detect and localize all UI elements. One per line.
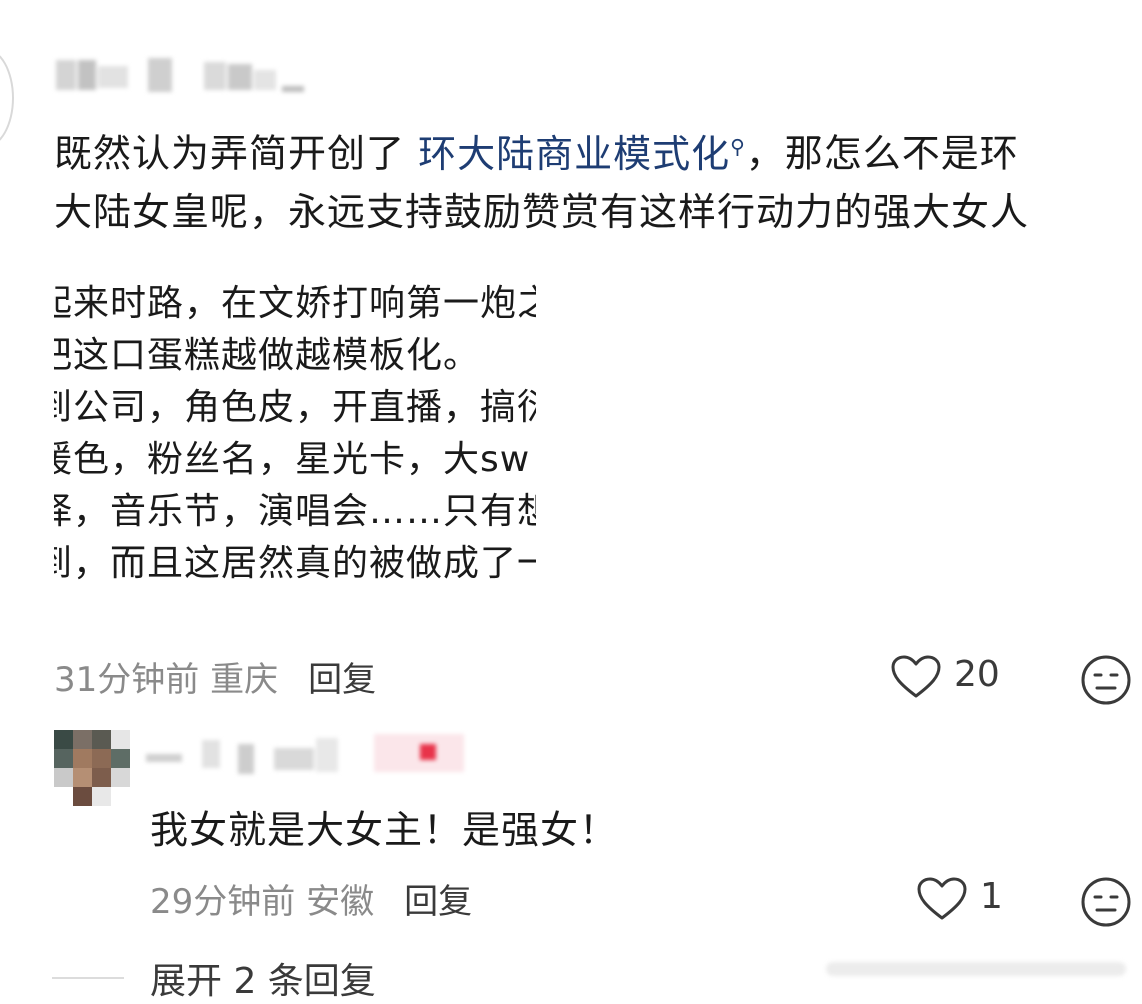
reply-like-button[interactable]: 1 <box>916 872 1016 926</box>
reply-meta: 29分钟前 安徽 回复 <box>150 874 472 923</box>
image-text-line: 把这口蛋糕越做越模板化。 <box>54 335 481 376</box>
image-text-line: 起来时路，在文娇打响第一炮之 <box>54 283 536 324</box>
search-icon: ⚲ <box>730 134 746 158</box>
image-text-line: 援色，粉丝名，星光卡，大sw <box>54 439 531 480</box>
expand-divider <box>52 977 124 979</box>
like-button[interactable]: 20 <box>890 650 1010 704</box>
like-count: 20 <box>954 654 1000 695</box>
image-text-line: 到公司，角色皮，开直播，搞衍 <box>54 387 536 428</box>
dislike-button[interactable] <box>1080 654 1132 706</box>
like-count: 1 <box>980 876 1003 917</box>
comment-text-line-1: 既然认为弄简开创了 环大陆商业模式化⚲，那怎么不是环 <box>54 120 1019 180</box>
topic-link-label: 环大陆商业模式化 <box>418 131 731 176</box>
reply-time-location: 29分钟前 安徽 <box>150 882 375 922</box>
reply-text: 我女就是大女主！是强女！ <box>150 808 619 852</box>
comment-text-part: ，那怎么不是环 <box>745 131 1019 176</box>
reply-dislike-button[interactable] <box>1080 876 1132 928</box>
avatar[interactable] <box>0 48 14 148</box>
image-text-line: 择，音乐节，演唱会……只有想 <box>54 491 536 532</box>
image-text-line: 到，而且这居然真的被做成了一 <box>54 543 536 584</box>
comment-meta: 31分钟前 重庆 回复 <box>54 652 376 701</box>
comment-image[interactable]: 起来时路，在文娇打响第一炮之 把这口蛋糕越做越模板化。 到公司，角色皮，开直播，… <box>54 278 536 598</box>
neutral-face-icon <box>1081 655 1131 705</box>
replier-name-redacted <box>146 730 476 780</box>
comment-text-line-2: 大陆女皇呢，永远支持鼓励赞赏有这样行动力的强大女人 <box>54 190 1030 234</box>
commenter-name-redacted <box>56 58 304 96</box>
heart-icon <box>891 655 941 698</box>
comment-time-location: 31分钟前 重庆 <box>54 660 279 700</box>
expand-replies-button[interactable]: 展开 2 条回复 <box>150 952 376 1004</box>
neutral-face-icon <box>1081 877 1131 927</box>
reply-button[interactable]: 回复 <box>404 882 472 922</box>
heart-icon <box>917 877 967 920</box>
reply-avatar[interactable] <box>54 730 130 806</box>
comment-text-part: 既然认为弄简开创了 <box>54 131 419 176</box>
reply-button[interactable]: 回复 <box>308 660 376 700</box>
redacted-overlay <box>826 962 1126 976</box>
topic-link[interactable]: 环大陆商业模式化⚲ <box>418 132 746 176</box>
